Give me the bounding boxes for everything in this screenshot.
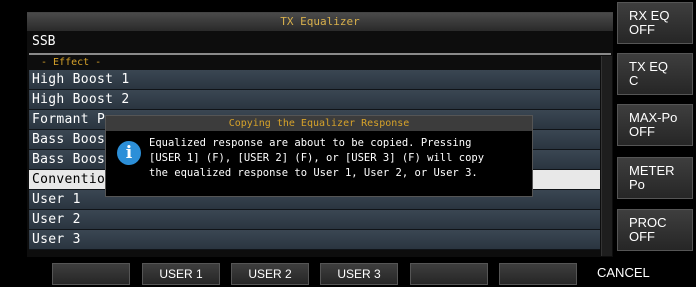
- mode-divider: [29, 53, 611, 55]
- rx-eq-key-label: RX EQ OFF: [629, 8, 670, 37]
- user-2-key[interactable]: USER 2: [231, 263, 309, 285]
- list-item-user-3[interactable]: User 3: [29, 230, 600, 250]
- rx-eq-key[interactable]: RX EQ OFF: [617, 2, 693, 44]
- user-3-key[interactable]: USER 3: [320, 263, 398, 285]
- dialog-title: Copying the Equalizer Response: [106, 116, 532, 131]
- section-header: - Effect -: [41, 57, 102, 68]
- meter-key[interactable]: METER Po: [617, 157, 693, 199]
- max-po-key[interactable]: MAX-Po OFF: [617, 104, 693, 146]
- dialog-message: Equalized response are about to be copie…: [149, 137, 485, 179]
- proc-key-label: PROC OFF: [629, 215, 667, 244]
- max-po-key-label: MAX-Po OFF: [629, 110, 678, 139]
- list-scrollbar[interactable]: [601, 56, 612, 256]
- user-1-key[interactable]: USER 1: [142, 263, 220, 285]
- panel-title: TX Equalizer: [27, 13, 613, 31]
- tx-eq-key-label: TX EQ C: [629, 59, 669, 88]
- list-item-high-boost-1[interactable]: High Boost 1: [29, 70, 600, 90]
- soft-key-5[interactable]: [410, 263, 488, 285]
- cancel-key[interactable]: CANCEL: [597, 263, 667, 285]
- soft-key-6[interactable]: [499, 263, 577, 285]
- list-item-user-2[interactable]: User 2: [29, 210, 600, 230]
- proc-key[interactable]: PROC OFF: [617, 209, 693, 251]
- list-item-high-boost-2[interactable]: High Boost 2: [29, 90, 600, 110]
- mode-label: SSB: [32, 34, 56, 49]
- tx-eq-key[interactable]: TX EQ C: [617, 53, 693, 95]
- soft-key-1[interactable]: [52, 263, 130, 285]
- meter-key-label: METER Po: [629, 163, 675, 192]
- info-icon: i: [117, 141, 141, 165]
- copy-dialog: Copying the Equalizer Response i Equaliz…: [105, 115, 533, 197]
